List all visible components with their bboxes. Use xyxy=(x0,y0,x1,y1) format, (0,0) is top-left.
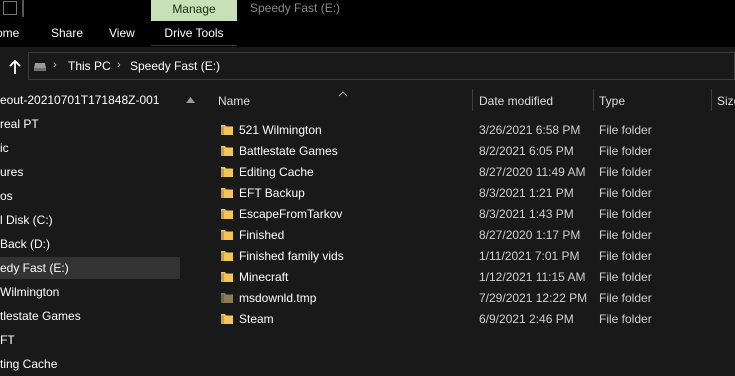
nav-item[interactable]: os xyxy=(0,185,180,207)
column-divider[interactable] xyxy=(472,89,473,111)
column-name[interactable]: Name xyxy=(218,94,250,108)
file-date-modified: 8/27/2020 11:49 AM xyxy=(479,165,586,179)
table-row[interactable]: Finished 8/27/2020 1:17 PM File folder xyxy=(200,225,735,246)
drive-tools-underline xyxy=(151,45,237,46)
table-row[interactable]: EscapeFromTarkov 8/3/2021 1:43 PM File fol… xyxy=(200,204,735,225)
chevron-right-icon[interactable]: › xyxy=(53,59,57,71)
file-type: File folder xyxy=(599,228,652,242)
nav-item[interactable]: FT xyxy=(0,329,180,351)
column-date-modified[interactable]: Date modified xyxy=(479,94,553,108)
title-bar: Manage Speedy Fast (E:) xyxy=(0,0,735,21)
folder-icon xyxy=(220,207,234,221)
toolbar-separator xyxy=(22,0,24,17)
quick-access-toolbar[interactable] xyxy=(0,0,22,21)
nav-item[interactable]: ic xyxy=(0,137,180,159)
column-size[interactable]: Size xyxy=(717,94,735,108)
nav-item-d-drive[interactable]: Back (D:) xyxy=(0,233,180,255)
folder-icon xyxy=(220,144,234,158)
folder-icon xyxy=(220,249,234,263)
file-date-modified: 6/9/2021 2:46 PM xyxy=(479,312,574,326)
nav-item-e-drive[interactable]: edy Fast (E:) xyxy=(0,257,180,279)
file-date-modified: 8/3/2021 1:21 PM xyxy=(479,186,574,200)
file-type: File folder xyxy=(599,144,652,158)
up-arrow-icon[interactable] xyxy=(6,57,24,77)
scroll-up-icon[interactable] xyxy=(186,92,195,106)
tab-home[interactable]: ome xyxy=(0,21,19,47)
file-type: File folder xyxy=(599,312,652,326)
file-name: EFT Backup xyxy=(239,186,305,200)
folder-icon xyxy=(220,270,234,284)
nav-item[interactable]: ures xyxy=(0,161,180,183)
file-type: File folder xyxy=(599,123,652,137)
file-date-modified: 8/3/2021 1:43 PM xyxy=(479,207,574,221)
folder-icon xyxy=(220,165,234,179)
file-name: 521 Wilmington xyxy=(239,123,322,137)
tab-view[interactable]: View xyxy=(109,21,135,47)
table-row[interactable]: Battlestate Games 8/2/2021 6:05 PM File fo… xyxy=(200,141,735,162)
file-name: Finished family vids xyxy=(239,249,344,263)
breadcrumb-this-pc[interactable]: This PC xyxy=(68,59,111,73)
address-bar[interactable]: › This PC › Speedy Fast (E:) xyxy=(28,52,735,80)
file-date-modified: 1/12/2021 11:15 AM xyxy=(479,270,586,284)
table-row[interactable]: Minecraft 1/12/2021 11:15 AM File folder xyxy=(200,267,735,288)
file-name: msdownld.tmp xyxy=(239,291,317,305)
file-type: File folder xyxy=(599,165,652,179)
sort-ascending-icon xyxy=(338,86,348,100)
column-header-row: Name Date modified Type Size xyxy=(200,88,735,112)
table-row[interactable]: 521 Wilmington 3/26/2021 6:58 PM File fold… xyxy=(200,120,735,141)
column-type[interactable]: Type xyxy=(599,94,625,108)
file-name: Minecraft xyxy=(239,270,289,284)
folder-icon xyxy=(220,228,234,242)
file-date-modified: 1/11/2021 7:01 PM xyxy=(479,249,580,263)
folder-icon xyxy=(220,312,234,326)
folder-icon xyxy=(220,186,234,200)
nav-item[interactable]: ting Cache xyxy=(0,353,180,375)
folder-gray-icon xyxy=(220,291,234,305)
nav-item[interactable]: tlestate Games xyxy=(0,305,180,327)
chevron-right-icon[interactable]: › xyxy=(117,59,121,71)
file-type: File folder xyxy=(599,291,652,305)
tab-share[interactable]: Share xyxy=(51,21,83,47)
nav-item[interactable]: Wilmington xyxy=(0,281,180,303)
file-type: File folder xyxy=(599,270,652,284)
ribbon-tabs: ome Share View Drive Tools xyxy=(0,21,735,47)
file-date-modified: 8/27/2020 1:17 PM xyxy=(479,228,581,242)
column-divider[interactable] xyxy=(711,89,712,111)
folder-icon xyxy=(220,123,234,137)
table-row[interactable]: msdownld.tmp 7/29/2021 12:22 PM File folde… xyxy=(200,288,735,309)
tab-manage[interactable]: Manage xyxy=(151,0,237,21)
drive-icon xyxy=(33,61,47,75)
tab-drive-tools[interactable]: Drive Tools xyxy=(151,21,237,47)
window-title: Speedy Fast (E:) xyxy=(250,1,341,15)
table-row[interactable]: Steam 6/9/2021 2:46 PM File folder xyxy=(200,309,735,330)
properties-icon[interactable] xyxy=(3,1,17,15)
nav-item[interactable]: real PT xyxy=(0,113,180,135)
navigation-pane: eout-20210701T171848Z-001 real PT ic ure… xyxy=(0,88,200,376)
table-row[interactable]: EFT Backup 8/3/2021 1:21 PM File folder xyxy=(200,183,735,204)
file-type: File folder xyxy=(599,249,652,263)
address-row: › This PC › Speedy Fast (E:) xyxy=(0,47,735,88)
nav-item[interactable]: eout-20210701T171848Z-001 xyxy=(0,89,180,111)
file-name: Finished xyxy=(239,228,285,242)
file-list: Name Date modified Type Size 521 Wilming… xyxy=(200,88,735,376)
file-name: Battlestate Games xyxy=(239,144,338,158)
file-type: File folder xyxy=(599,207,652,221)
file-name: EscapeFromTarkov xyxy=(239,207,343,221)
nav-item-c-drive[interactable]: l Disk (C:) xyxy=(0,209,180,231)
file-type: File folder xyxy=(599,186,652,200)
file-name: Steam xyxy=(239,312,274,326)
file-date-modified: 3/26/2021 6:58 PM xyxy=(479,123,581,137)
table-row[interactable]: Editing Cache 8/27/2020 11:49 AM File fold… xyxy=(200,162,735,183)
file-date-modified: 8/2/2021 6:05 PM xyxy=(479,144,574,158)
file-date-modified: 7/29/2021 12:22 PM xyxy=(479,291,588,305)
file-name: Editing Cache xyxy=(239,165,314,179)
column-divider[interactable] xyxy=(593,89,594,111)
breadcrumb-speedy-fast[interactable]: Speedy Fast (E:) xyxy=(130,59,220,73)
table-row[interactable]: Finished family vids 1/11/2021 7:01 PM Fil… xyxy=(200,246,735,267)
